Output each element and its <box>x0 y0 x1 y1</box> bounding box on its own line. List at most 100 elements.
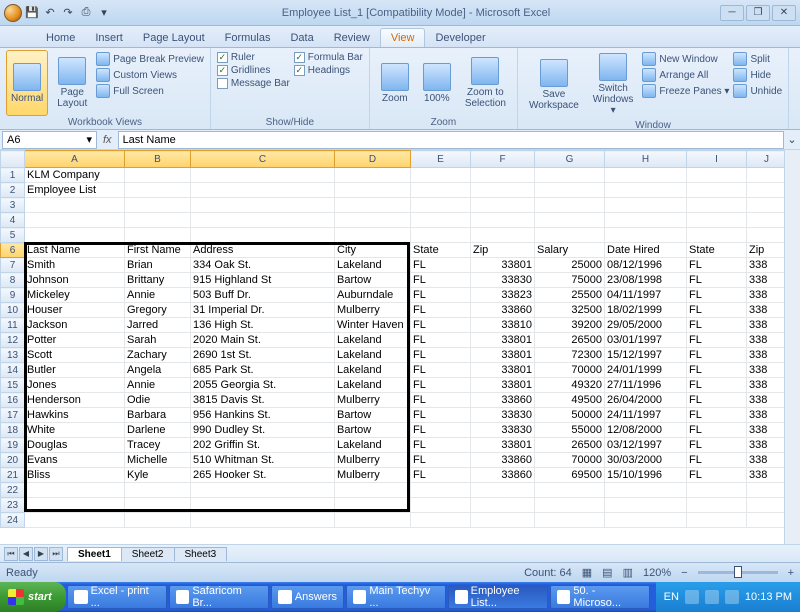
language-indicator[interactable]: EN <box>664 591 679 603</box>
cell[interactable] <box>25 228 125 243</box>
col-header-C[interactable]: C <box>191 151 335 168</box>
cell[interactable] <box>747 198 787 213</box>
cell[interactable] <box>605 228 687 243</box>
cell[interactable] <box>25 513 125 528</box>
cell[interactable] <box>471 168 535 183</box>
cell[interactable] <box>191 168 335 183</box>
cell[interactable]: 33801 <box>471 348 535 363</box>
cell[interactable]: Scott <box>25 348 125 363</box>
cell[interactable]: 202 Griffin St. <box>191 438 335 453</box>
system-tray[interactable]: EN 10:13 PM <box>656 582 800 612</box>
zoom-in-button[interactable]: + <box>788 567 794 579</box>
cell[interactable] <box>335 183 411 198</box>
cell[interactable]: FL <box>411 333 471 348</box>
cell[interactable] <box>191 513 335 528</box>
cell[interactable]: City <box>335 243 411 258</box>
cell[interactable] <box>411 228 471 243</box>
cell[interactable]: FL <box>411 318 471 333</box>
cell[interactable]: 32500 <box>535 303 605 318</box>
minimize-button[interactable]: ─ <box>720 5 744 21</box>
cell[interactable]: Salary <box>535 243 605 258</box>
cell[interactable]: 33830 <box>471 273 535 288</box>
cell[interactable] <box>411 498 471 513</box>
redo-icon[interactable]: ↷ <box>60 5 76 21</box>
cell[interactable] <box>335 213 411 228</box>
cell[interactable]: FL <box>687 348 747 363</box>
cell[interactable]: Date Hired <box>605 243 687 258</box>
cell[interactable]: 30/03/2000 <box>605 453 687 468</box>
cell[interactable] <box>687 228 747 243</box>
close-button[interactable]: ✕ <box>772 5 796 21</box>
cell[interactable]: Douglas <box>25 438 125 453</box>
cell[interactable] <box>471 198 535 213</box>
cell[interactable] <box>471 498 535 513</box>
cell[interactable] <box>191 498 335 513</box>
view-layout-icon[interactable]: ▤ <box>602 566 612 579</box>
cell[interactable]: Tracey <box>125 438 191 453</box>
cell[interactable]: FL <box>411 468 471 483</box>
cell[interactable]: Lakeland <box>335 333 411 348</box>
cell[interactable]: 31 Imperial Dr. <box>191 303 335 318</box>
cell[interactable]: 33830 <box>471 408 535 423</box>
cell[interactable] <box>335 228 411 243</box>
cell[interactable] <box>335 483 411 498</box>
cell[interactable]: 24/01/1999 <box>605 363 687 378</box>
cell[interactable]: 24/11/1997 <box>605 408 687 423</box>
cell[interactable]: 990 Dudley St. <box>191 423 335 438</box>
new-window-button[interactable]: New Window <box>642 52 729 66</box>
spreadsheet-grid[interactable]: ABCDEFGHIJ1KLM Company2Employee List3456… <box>0 150 800 544</box>
freeze-panes---button[interactable]: Freeze Panes ▾ <box>642 84 729 98</box>
sheet-tab-sheet3[interactable]: Sheet3 <box>174 547 228 561</box>
cell[interactable]: Bartow <box>335 273 411 288</box>
row-header-11[interactable]: 11 <box>1 318 25 333</box>
cell[interactable]: FL <box>687 288 747 303</box>
row-header-14[interactable]: 14 <box>1 363 25 378</box>
cell[interactable]: 49500 <box>535 393 605 408</box>
cell[interactable] <box>605 513 687 528</box>
cell[interactable]: 503 Buff Dr. <box>191 288 335 303</box>
cell[interactable]: 33801 <box>471 378 535 393</box>
row-header-6[interactable]: 6 <box>1 243 25 258</box>
cell[interactable] <box>605 498 687 513</box>
taskbar-item[interactable]: Excel - print ... <box>67 585 167 609</box>
cell[interactable]: Mickeley <box>25 288 125 303</box>
cell[interactable]: Mulberry <box>335 468 411 483</box>
cell[interactable] <box>687 183 747 198</box>
cell[interactable] <box>335 168 411 183</box>
cell[interactable]: Last Name <box>25 243 125 258</box>
cell[interactable] <box>25 498 125 513</box>
save-button[interactable]: SaveWorkspace <box>524 50 584 119</box>
cell[interactable] <box>471 483 535 498</box>
cell[interactable]: 26500 <box>535 333 605 348</box>
row-header-22[interactable]: 22 <box>1 483 25 498</box>
cell[interactable]: 338 <box>747 333 787 348</box>
cell[interactable]: Angela <box>125 363 191 378</box>
headings-checkbox[interactable]: ✓Headings <box>294 65 363 76</box>
cell[interactable]: Darlene <box>125 423 191 438</box>
qat-more-icon[interactable]: ▾ <box>96 5 112 21</box>
ruler-checkbox[interactable]: ✓Ruler <box>217 52 290 63</box>
tab-page-layout[interactable]: Page Layout <box>133 29 215 47</box>
cell[interactable]: Potter <box>25 333 125 348</box>
sheet-tab-sheet1[interactable]: Sheet1 <box>67 547 122 561</box>
sheet-nav-prev[interactable]: ◀ <box>19 547 33 561</box>
cell[interactable]: Lakeland <box>335 258 411 273</box>
tab-review[interactable]: Review <box>324 29 380 47</box>
cell[interactable]: 338 <box>747 438 787 453</box>
cell[interactable]: FL <box>687 318 747 333</box>
taskbar-item[interactable]: Safaricom Br... <box>169 585 269 609</box>
normal-button[interactable]: Normal <box>6 50 48 116</box>
cell[interactable]: 338 <box>747 348 787 363</box>
cell[interactable]: 29/05/2000 <box>605 318 687 333</box>
cell[interactable]: 2690 1st St. <box>191 348 335 363</box>
col-header-H[interactable]: H <box>605 151 687 168</box>
custom-views-button[interactable]: Custom Views <box>96 68 204 82</box>
cell[interactable] <box>687 498 747 513</box>
vertical-scrollbar[interactable] <box>784 150 800 544</box>
cell[interactable] <box>535 213 605 228</box>
cell[interactable]: 2020 Main St. <box>191 333 335 348</box>
formula-bar-checkbox[interactable]: ✓Formula Bar <box>294 52 363 63</box>
cell[interactable]: 3815 Davis St. <box>191 393 335 408</box>
cell[interactable] <box>687 198 747 213</box>
cell[interactable] <box>411 198 471 213</box>
